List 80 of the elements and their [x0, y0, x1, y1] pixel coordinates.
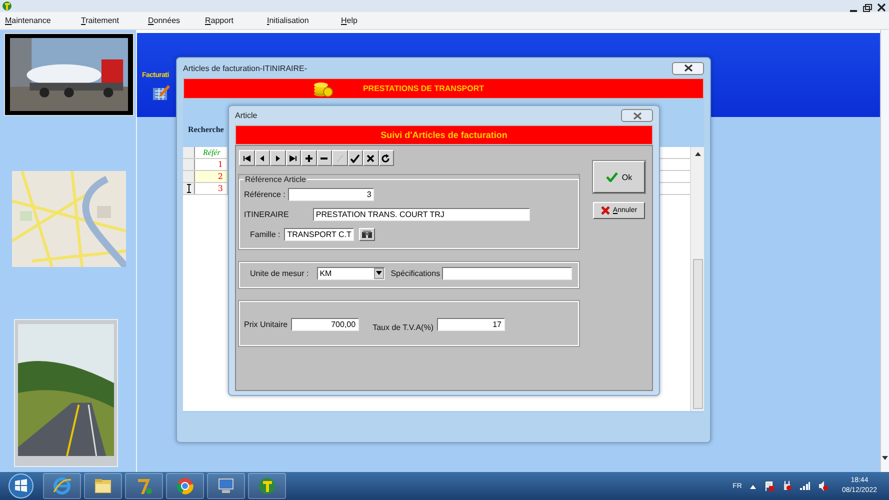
- power-icon[interactable]: [782, 481, 792, 491]
- row-header: [183, 147, 195, 158]
- cross-icon: [366, 154, 376, 162]
- taskbar-button[interactable]: [84, 473, 122, 499]
- plus-icon: [304, 154, 314, 162]
- chrome-icon: [175, 476, 195, 496]
- taskbar-button[interactable]: [166, 473, 204, 499]
- close-icon: [684, 64, 692, 72]
- scrollbar[interactable]: [880, 30, 889, 472]
- cross-icon: [600, 206, 610, 215]
- app-icon: [257, 476, 277, 496]
- menu-item[interactable]: Help: [341, 16, 358, 25]
- ok-button[interactable]: Ok: [593, 161, 645, 193]
- field-label: Référence :: [244, 190, 286, 198]
- dropdown[interactable]: KM: [316, 266, 385, 280]
- edit-grid-icon: [152, 83, 170, 101]
- toolbar-button[interactable]: [348, 150, 363, 166]
- first-record-icon: [242, 154, 252, 162]
- close-icon: [632, 112, 642, 120]
- scroll-down-icon: [881, 454, 889, 462]
- binoculars-icon: [361, 230, 374, 238]
- text-cursor-icon: [186, 184, 192, 193]
- flag-icon[interactable]: [764, 481, 774, 491]
- close-button[interactable]: [876, 1, 887, 11]
- menu-item[interactable]: Traitement: [81, 16, 148, 25]
- toolbar-button[interactable]: [378, 150, 394, 166]
- taskbar-button[interactable]: [125, 473, 163, 499]
- lookup-button[interactable]: [359, 228, 376, 240]
- banner-title: PRESTATIONS DE TRANSPORT: [362, 84, 484, 93]
- input-field[interactable]: 17: [436, 318, 504, 330]
- taskbar-button[interactable]: [207, 473, 245, 499]
- row-header[interactable]: [183, 183, 195, 194]
- browser-icon: [52, 476, 72, 496]
- field-label: Taux de T.V.A(%): [372, 322, 434, 332]
- toolbar-button[interactable]: [239, 150, 254, 166]
- menu-item[interactable]: Données: [148, 16, 205, 25]
- field-label: Prix Unitaire: [244, 320, 288, 328]
- folder-icon: [93, 476, 113, 496]
- monitor-icon: [216, 476, 236, 496]
- toolbar-button[interactable]: [316, 150, 332, 166]
- toolbar-button[interactable]: [301, 150, 316, 166]
- toolbar-button[interactable]: [254, 150, 270, 166]
- scroll-up-icon: [694, 150, 702, 158]
- toolbar-button[interactable]: [270, 150, 286, 166]
- signal-icon[interactable]: [800, 482, 810, 490]
- input-field[interactable]: 3: [288, 188, 374, 200]
- banner-title: Suivi d'Articles de facturation: [380, 130, 508, 140]
- search-label: Recherche: [188, 125, 224, 134]
- check-icon: [350, 154, 360, 162]
- input-field[interactable]: [442, 266, 572, 280]
- volume-icon[interactable]: [818, 481, 828, 491]
- check-icon: [606, 172, 618, 182]
- taskbar-button[interactable]: [248, 473, 286, 499]
- coins-icon: [312, 80, 333, 96]
- show-hidden-icon[interactable]: [750, 484, 756, 488]
- toolbar-button[interactable]: [286, 150, 301, 166]
- close-button[interactable]: [672, 62, 704, 74]
- group-label: Référence Article: [244, 175, 307, 184]
- last-record-icon: [288, 154, 298, 162]
- field-label: ITINERAIRE: [244, 210, 289, 218]
- field-label: Famille :: [250, 230, 280, 238]
- input-field[interactable]: 700,00: [290, 318, 359, 330]
- window-title: Articles de facturation-ITINIRAIRE-: [183, 64, 308, 72]
- taskbar-button[interactable]: [43, 473, 81, 499]
- menu-item[interactable]: Maintenance: [5, 16, 81, 25]
- scrollbar[interactable]: [690, 147, 704, 411]
- input-field[interactable]: TRANSPORT C.T: [284, 228, 354, 240]
- toolbar-button[interactable]: [363, 150, 378, 166]
- window-title: Article: [235, 111, 258, 120]
- menu-item[interactable]: Initialisation: [267, 16, 341, 25]
- app-icon: [2, 1, 12, 11]
- input-field[interactable]: PRESTATION TRANS. COURT TRJ: [312, 208, 530, 220]
- restore-button[interactable]: [862, 1, 873, 11]
- pencil-icon: [334, 154, 345, 162]
- dropdown-arrow-icon: [376, 271, 382, 275]
- menu-item[interactable]: Rapport: [205, 16, 267, 25]
- field-label: Unite de mesur :: [250, 268, 309, 278]
- field-label: Spécifications: [390, 268, 440, 278]
- table-cell[interactable]: 2: [195, 171, 228, 182]
- refresh-icon: [381, 154, 392, 162]
